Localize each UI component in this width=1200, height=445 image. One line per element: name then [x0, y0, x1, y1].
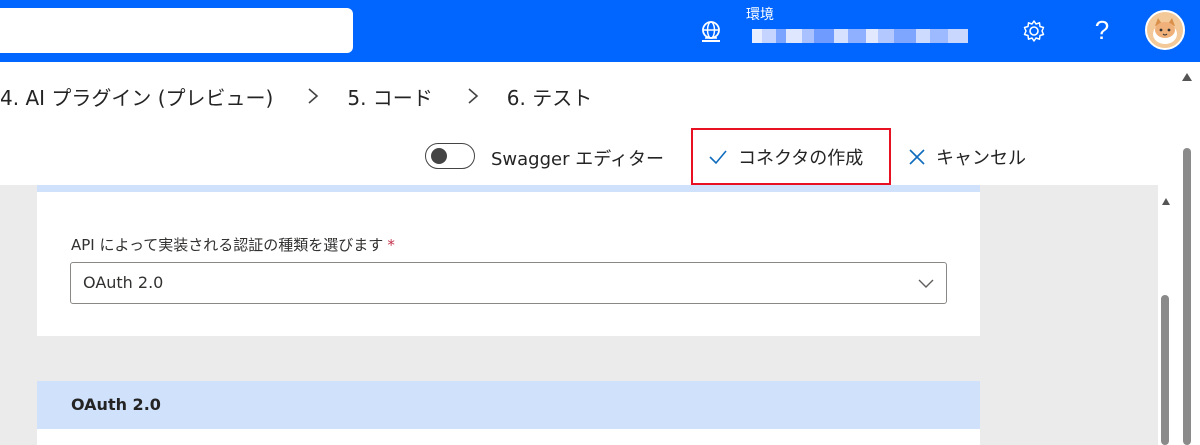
check-icon	[709, 149, 727, 164]
oauth-section-body	[37, 429, 980, 445]
environment-icon[interactable]	[698, 19, 724, 45]
environment-name-redacted[interactable]	[752, 27, 968, 45]
chevron-down-icon	[918, 279, 934, 288]
auth-type-dropdown[interactable]: OAuth 2.0	[70, 262, 947, 304]
create-connector-label: コネクタの作成	[738, 147, 864, 169]
oauth-section-title: OAuth 2.0	[71, 395, 161, 414]
gear-icon[interactable]	[1021, 18, 1047, 44]
cancel-label: キャンセル	[936, 148, 1026, 169]
step-code[interactable]: 5. コード	[347, 82, 432, 111]
scroll-up-arrow-icon[interactable]	[1161, 197, 1171, 206]
required-mark: *	[387, 236, 395, 254]
scroll-up-arrow-icon[interactable]	[1181, 72, 1193, 82]
content-scrollbar-thumb[interactable]	[1161, 295, 1169, 445]
content-area: API によって実装される認証の種類を選びます * OAuth 2.0 OAuth…	[0, 185, 1158, 445]
auth-type-label-text: API によって実装される認証の種類を選びます	[71, 236, 384, 254]
avatar-image	[1147, 12, 1183, 48]
top-header: 環境 ?	[0, 0, 1200, 62]
cancel-button[interactable]: キャンセル	[908, 143, 1026, 171]
auth-type-label: API によって実装される認証の種類を選びます *	[71, 234, 395, 255]
toggle-knob	[431, 148, 447, 164]
content-scrollbar[interactable]	[1158, 185, 1173, 445]
create-connector-button[interactable]: コネクタの作成	[691, 128, 891, 185]
oauth-section-header[interactable]: OAuth 2.0	[37, 381, 980, 429]
page-scrollbar-thumb[interactable]	[1183, 148, 1191, 445]
help-button[interactable]: ?	[1090, 12, 1114, 48]
auth-type-selected-value: OAuth 2.0	[83, 273, 164, 292]
auth-type-card: API によって実装される認証の種類を選びます * OAuth 2.0	[37, 192, 980, 336]
wizard-steps: 4. AI プラグイン (プレビュー) 5. コード 6. テスト	[0, 80, 592, 112]
chevron-right-icon	[468, 88, 479, 104]
swagger-editor-toggle[interactable]	[425, 143, 475, 169]
section-header-strip	[37, 185, 980, 192]
step-test[interactable]: 6. テスト	[507, 82, 592, 111]
search-input[interactable]	[0, 8, 353, 53]
close-icon	[909, 149, 925, 165]
page-scrollbar[interactable]	[1173, 62, 1200, 445]
step-ai-plugin[interactable]: 4. AI プラグイン (プレビュー)	[0, 82, 273, 111]
environment-label: 環境	[746, 7, 774, 23]
swagger-editor-label: Swagger エディター	[491, 149, 664, 170]
chevron-right-icon	[308, 88, 319, 104]
avatar[interactable]	[1145, 10, 1185, 50]
